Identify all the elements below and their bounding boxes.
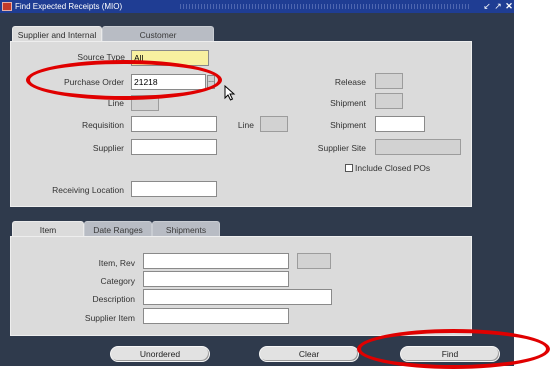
close-icon[interactable]: ✕: [504, 0, 514, 13]
shipment-field[interactable]: [375, 116, 425, 132]
find-button-label: Find: [441, 349, 459, 359]
requisition-label: Requisition: [81, 120, 124, 130]
supplier-field[interactable]: [131, 139, 217, 155]
tab-item[interactable]: Item: [12, 221, 84, 237]
item-field[interactable]: [143, 253, 289, 269]
supplier-site-label: Supplier Site: [317, 143, 366, 153]
include-closed-pos-checkbox[interactable]: [345, 164, 353, 172]
line-field[interactable]: [260, 116, 288, 132]
receiving-location-field[interactable]: [131, 181, 217, 197]
source-type-select[interactable]: All: [131, 50, 209, 66]
line-label: Line: [237, 120, 254, 130]
source-type-label: Source Type: [77, 52, 125, 62]
description-field[interactable]: [143, 289, 332, 305]
tab-shipments[interactable]: Shipments: [152, 221, 220, 237]
shipment-top-field[interactable]: [375, 93, 403, 109]
supplier-item-field[interactable]: [143, 308, 289, 324]
line-top-field[interactable]: [131, 95, 159, 111]
clear-button[interactable]: Clear: [259, 346, 359, 362]
minimize-icon[interactable]: ↙: [482, 0, 492, 13]
tab-date-ranges[interactable]: Date Ranges: [84, 221, 152, 237]
title-bar: Find Expected Receipts (MIO) ↙ ↗ ✕: [0, 0, 514, 13]
description-label: Description: [92, 294, 135, 304]
shipment-label: Shipment: [330, 120, 366, 130]
unordered-button[interactable]: Unordered: [110, 346, 210, 362]
supplier-site-field[interactable]: [375, 139, 461, 155]
purchase-order-field[interactable]: 21218: [131, 74, 206, 90]
line-top-label: Line: [107, 98, 124, 108]
include-closed-pos-label: Include Closed POs: [355, 163, 431, 173]
shipment-top-label: Shipment: [330, 98, 366, 108]
window-title: Find Expected Receipts (MIO): [15, 2, 123, 11]
maximize-icon[interactable]: ↗: [493, 0, 503, 13]
requisition-field[interactable]: [131, 116, 217, 132]
release-field[interactable]: [375, 73, 403, 89]
purchase-order-label: Purchase Order: [64, 77, 124, 87]
title-bar-texture: [180, 4, 470, 9]
item-rev-label: Item, Rev: [98, 258, 135, 268]
app-icon: [2, 2, 12, 11]
revision-field[interactable]: [297, 253, 331, 269]
find-expected-receipts-window: Find Expected Receipts (MIO) ↙ ↗ ✕ Suppl…: [0, 0, 514, 366]
tab-customer[interactable]: Customer: [102, 26, 214, 42]
mouse-cursor-icon: [224, 85, 236, 101]
unordered-button-label: Unordered: [139, 349, 181, 359]
clear-button-label: Clear: [298, 349, 320, 359]
supplier-label: Supplier: [92, 143, 124, 153]
supplier-item-label: Supplier Item: [84, 313, 135, 323]
receiving-location-label: Receiving Location: [52, 185, 124, 195]
category-label: Category: [100, 276, 136, 286]
category-field[interactable]: [143, 271, 289, 287]
tab-supplier-and-internal[interactable]: Supplier and Internal: [12, 26, 102, 42]
release-label: Release: [334, 77, 366, 87]
purchase-order-lov-button[interactable]: ...: [207, 75, 215, 89]
find-button[interactable]: Find: [400, 346, 500, 362]
